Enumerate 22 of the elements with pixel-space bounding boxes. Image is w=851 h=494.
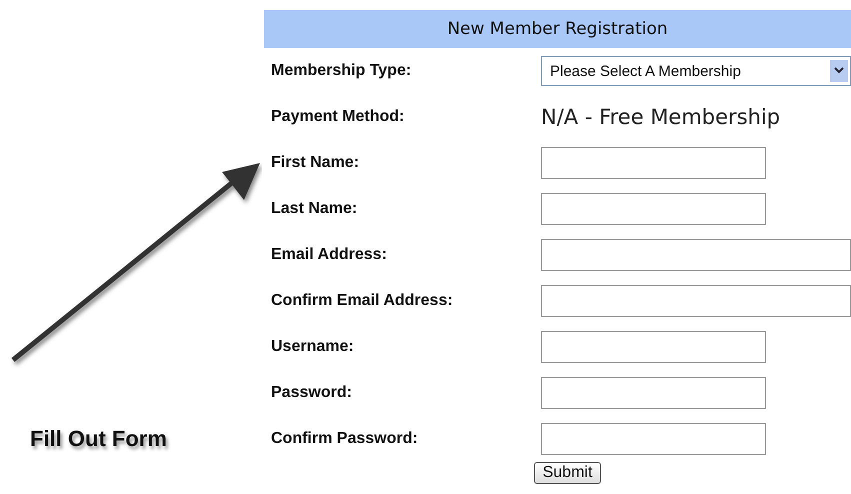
input-field[interactable] (541, 193, 766, 225)
annotation-text: Fill Out Form (30, 426, 167, 452)
field-label: Payment Method: (270, 108, 406, 126)
input-field[interactable] (541, 331, 766, 363)
input-field[interactable] (541, 285, 851, 317)
field-label: Last Name: (270, 200, 358, 218)
submit-button[interactable]: Submit (534, 462, 602, 484)
field-label: Membership Type: (270, 62, 412, 80)
payment-method-value: N/A - Free Membership (541, 105, 780, 129)
form-title: New Member Registration (264, 10, 851, 48)
input-field[interactable] (541, 377, 766, 409)
field-label: Username: (270, 338, 355, 356)
input-field[interactable] (541, 423, 766, 455)
input-field[interactable] (541, 239, 851, 271)
field-label: Password: (270, 384, 353, 402)
caret-icon (830, 60, 848, 82)
field-label: Email Address: (270, 246, 388, 264)
field-label: Confirm Password: (270, 430, 419, 448)
membership-dropdown[interactable]: Please Select A Membership (541, 56, 851, 86)
field-label: Confirm Email Address: (270, 292, 454, 310)
field-label: First Name: (270, 154, 360, 172)
input-field[interactable] (541, 147, 766, 179)
